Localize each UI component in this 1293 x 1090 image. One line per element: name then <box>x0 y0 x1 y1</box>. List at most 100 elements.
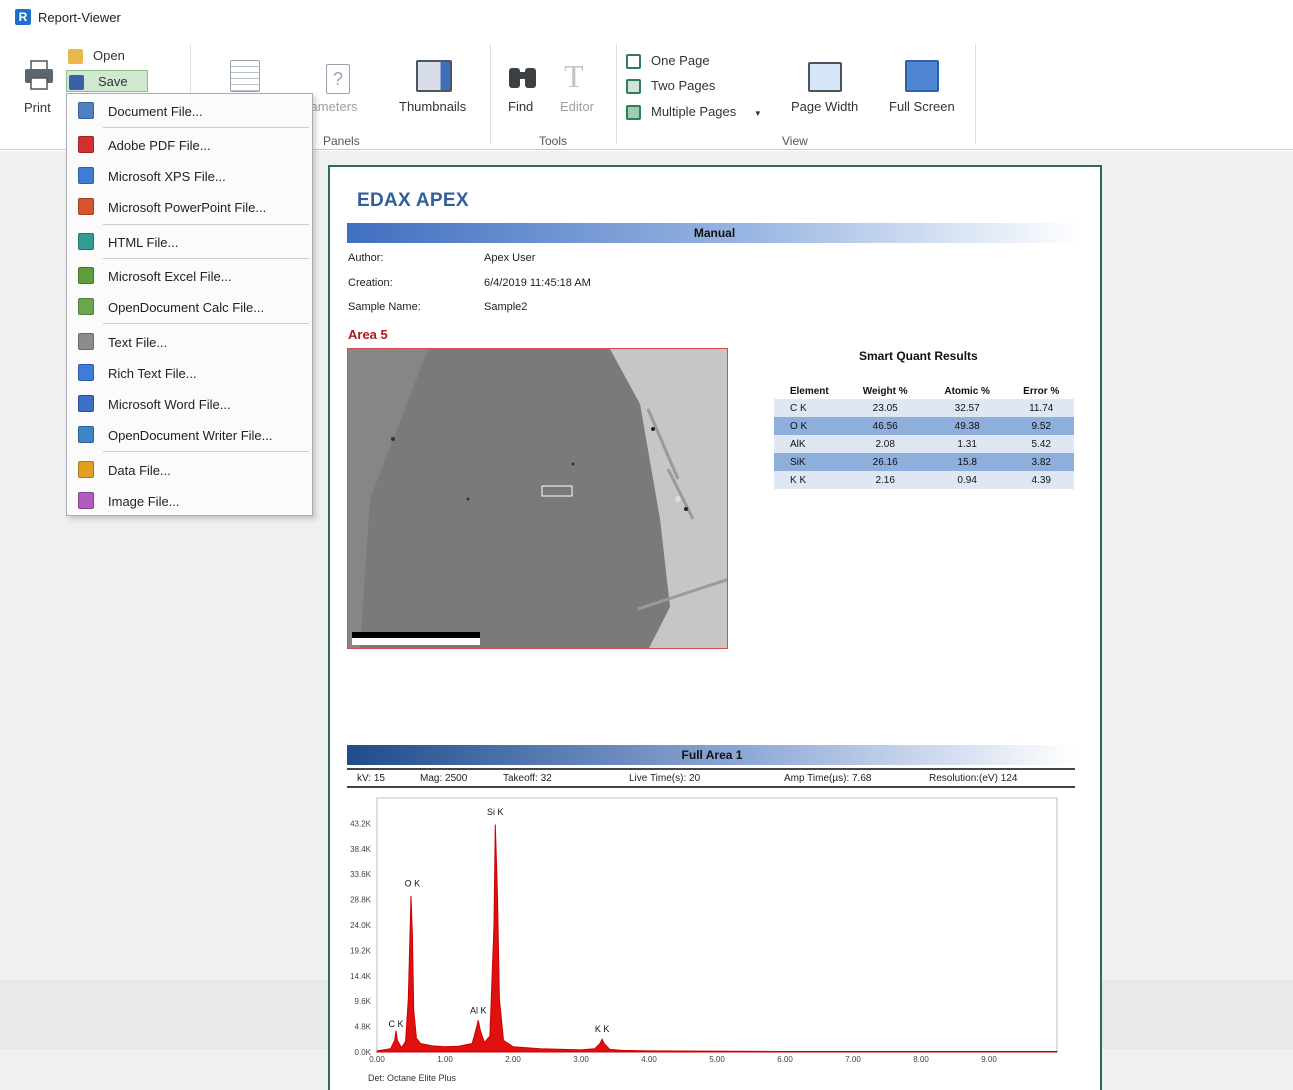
table-cell: 15.8 <box>925 453 1009 471</box>
open-button[interactable]: Open <box>68 45 125 67</box>
print-button[interactable]: Print <box>14 52 64 118</box>
x-tick-label: 6.00 <box>777 1055 793 1064</box>
menu-item-excel-file[interactable]: Microsoft Excel File... <box>67 261 312 291</box>
chevron-down-icon[interactable]: ▼ <box>754 109 762 118</box>
x-tick-label: 2.00 <box>505 1055 521 1064</box>
parameters-panel-button[interactable]: ? arameters <box>299 56 382 122</box>
menu-separator <box>103 323 309 324</box>
menu-item-pdf-file[interactable]: Adobe PDF File... <box>67 130 312 160</box>
section-band-manual: Manual <box>347 223 1082 243</box>
x-tick-label: 1.00 <box>437 1055 453 1064</box>
param-mag: Mag: 2500 <box>420 773 468 784</box>
menu-item-xps-file[interactable]: Microsoft XPS File... <box>67 161 312 191</box>
table-cell: 49.38 <box>925 417 1009 435</box>
two-pages-button[interactable]: Two Pages <box>626 75 715 97</box>
area-title: Area 5 <box>348 327 388 342</box>
y-tick-label: 43.2K <box>350 819 372 828</box>
text-file-icon <box>78 333 94 350</box>
ribbon-separator <box>975 44 976 144</box>
x-tick-label: 5.00 <box>709 1055 725 1064</box>
y-tick-label: 4.8K <box>355 1023 372 1032</box>
find-button[interactable]: Find <box>503 56 543 122</box>
menu-item-image-file[interactable]: Image File... <box>67 486 312 516</box>
x-tick-label: 0.00 <box>369 1055 385 1064</box>
column-header: Atomic % <box>944 385 990 397</box>
table-row: O K 46.56 49.38 9.52 <box>774 417 1074 435</box>
x-tick-label: 3.00 <box>573 1055 589 1064</box>
menu-item-document-file[interactable]: Document File... <box>67 96 312 126</box>
multiple-pages-button[interactable]: Multiple Pages ▼ <box>626 101 762 123</box>
page-width-button[interactable]: Page Width <box>786 56 866 122</box>
table-cell: 11.74 <box>1008 399 1074 417</box>
menu-item-text-file[interactable]: Text File... <box>67 327 312 357</box>
menu-separator <box>103 451 309 452</box>
document-lines-icon <box>230 60 260 92</box>
table-cell: 3.82 <box>1008 453 1074 471</box>
writer-file-icon <box>78 426 94 443</box>
detector-label: Det: Octane Elite Plus <box>368 1073 457 1083</box>
menu-item-writer-file[interactable]: OpenDocument Writer File... <box>67 420 312 450</box>
table-row: AlK 2.08 1.31 5.42 <box>774 435 1074 453</box>
x-tick-label: 9.00 <box>981 1055 997 1064</box>
document-file-icon <box>78 102 94 119</box>
creation-value: 6/4/2019 11:45:18 AM <box>484 277 591 289</box>
html-file-icon <box>78 233 94 250</box>
y-tick-label: 38.4K <box>350 845 372 854</box>
creation-label: Creation: <box>348 277 393 289</box>
x-tick-label: 4.00 <box>641 1055 657 1064</box>
ribbon-separator <box>616 44 617 144</box>
table-cell: 4.39 <box>1008 471 1074 489</box>
report-title: EDAX APEX <box>357 190 469 211</box>
param-kv: kV: 15 <box>357 773 385 784</box>
table-cell: 32.57 <box>925 399 1009 417</box>
thumbnails-icon <box>416 60 452 92</box>
menu-item-word-file[interactable]: Microsoft Word File... <box>67 389 312 419</box>
thumbnails-button[interactable]: Thumbnails <box>396 56 476 122</box>
peak-label: O K <box>405 879 421 889</box>
menu-item-html-file[interactable]: HTML File... <box>67 227 312 257</box>
table-cell: SiK <box>774 453 845 471</box>
full-screen-button[interactable]: Full Screen <box>884 56 964 122</box>
y-tick-label: 24.0K <box>350 921 372 930</box>
table-cell: 0.94 <box>925 471 1009 489</box>
one-page-button[interactable]: One Page <box>626 50 710 72</box>
x-tick-label: 8.00 <box>913 1055 929 1064</box>
table-cell: 9.52 <box>1008 417 1074 435</box>
app-logo-icon: R <box>15 9 31 25</box>
y-tick-label: 19.2K <box>350 946 372 955</box>
sample-name-value: Sample2 <box>484 301 528 313</box>
menu-item-calc-file[interactable]: OpenDocument Calc File... <box>67 292 312 322</box>
table-cell: O K <box>774 417 845 435</box>
report-viewer-window: R Report-Viewer Print Open Save ▼ ? <box>0 0 1293 1090</box>
author-value: Apex User <box>484 252 536 264</box>
word-file-icon <box>78 395 94 412</box>
param-takeoff: Takeoff: 32 <box>503 773 552 784</box>
save-format-menu: Document File... Adobe PDF File... Micro… <box>66 93 313 516</box>
powerpoint-file-icon <box>78 198 94 215</box>
save-button[interactable]: Save ▼ <box>66 70 148 110</box>
y-tick-label: 28.8K <box>350 896 372 905</box>
table-cell: 2.08 <box>844 435 926 453</box>
table-cell: 26.16 <box>844 453 926 471</box>
peak-label: C K <box>389 1019 404 1029</box>
rich-text-file-icon <box>78 364 94 381</box>
window-title: Report-Viewer <box>38 10 121 25</box>
binoculars-icon <box>509 68 536 88</box>
menu-separator <box>103 258 309 259</box>
x-tick-label: 7.00 <box>845 1055 861 1064</box>
y-tick-label: 33.6K <box>350 870 372 879</box>
param-resolution: Resolution:(eV) 124 <box>929 773 1018 784</box>
calc-file-icon <box>78 298 94 315</box>
peak-label: Si K <box>487 807 504 817</box>
menu-item-data-file[interactable]: Data File... <box>67 455 312 485</box>
column-header: Element <box>789 385 829 397</box>
quant-results-table: Element Weight % Atomic % Error % C K 23… <box>774 383 1074 489</box>
table-cell: 2.16 <box>844 471 926 489</box>
pdf-file-icon <box>78 136 94 153</box>
xps-file-icon <box>78 167 94 184</box>
multiple-pages-icon <box>626 105 641 121</box>
menu-item-powerpoint-file[interactable]: Microsoft PowerPoint File... <box>67 192 312 222</box>
quant-title: Smart Quant Results <box>859 349 978 363</box>
menu-item-rich-text-file[interactable]: Rich Text File... <box>67 358 312 388</box>
title-bar: R Report-Viewer <box>0 0 1293 38</box>
